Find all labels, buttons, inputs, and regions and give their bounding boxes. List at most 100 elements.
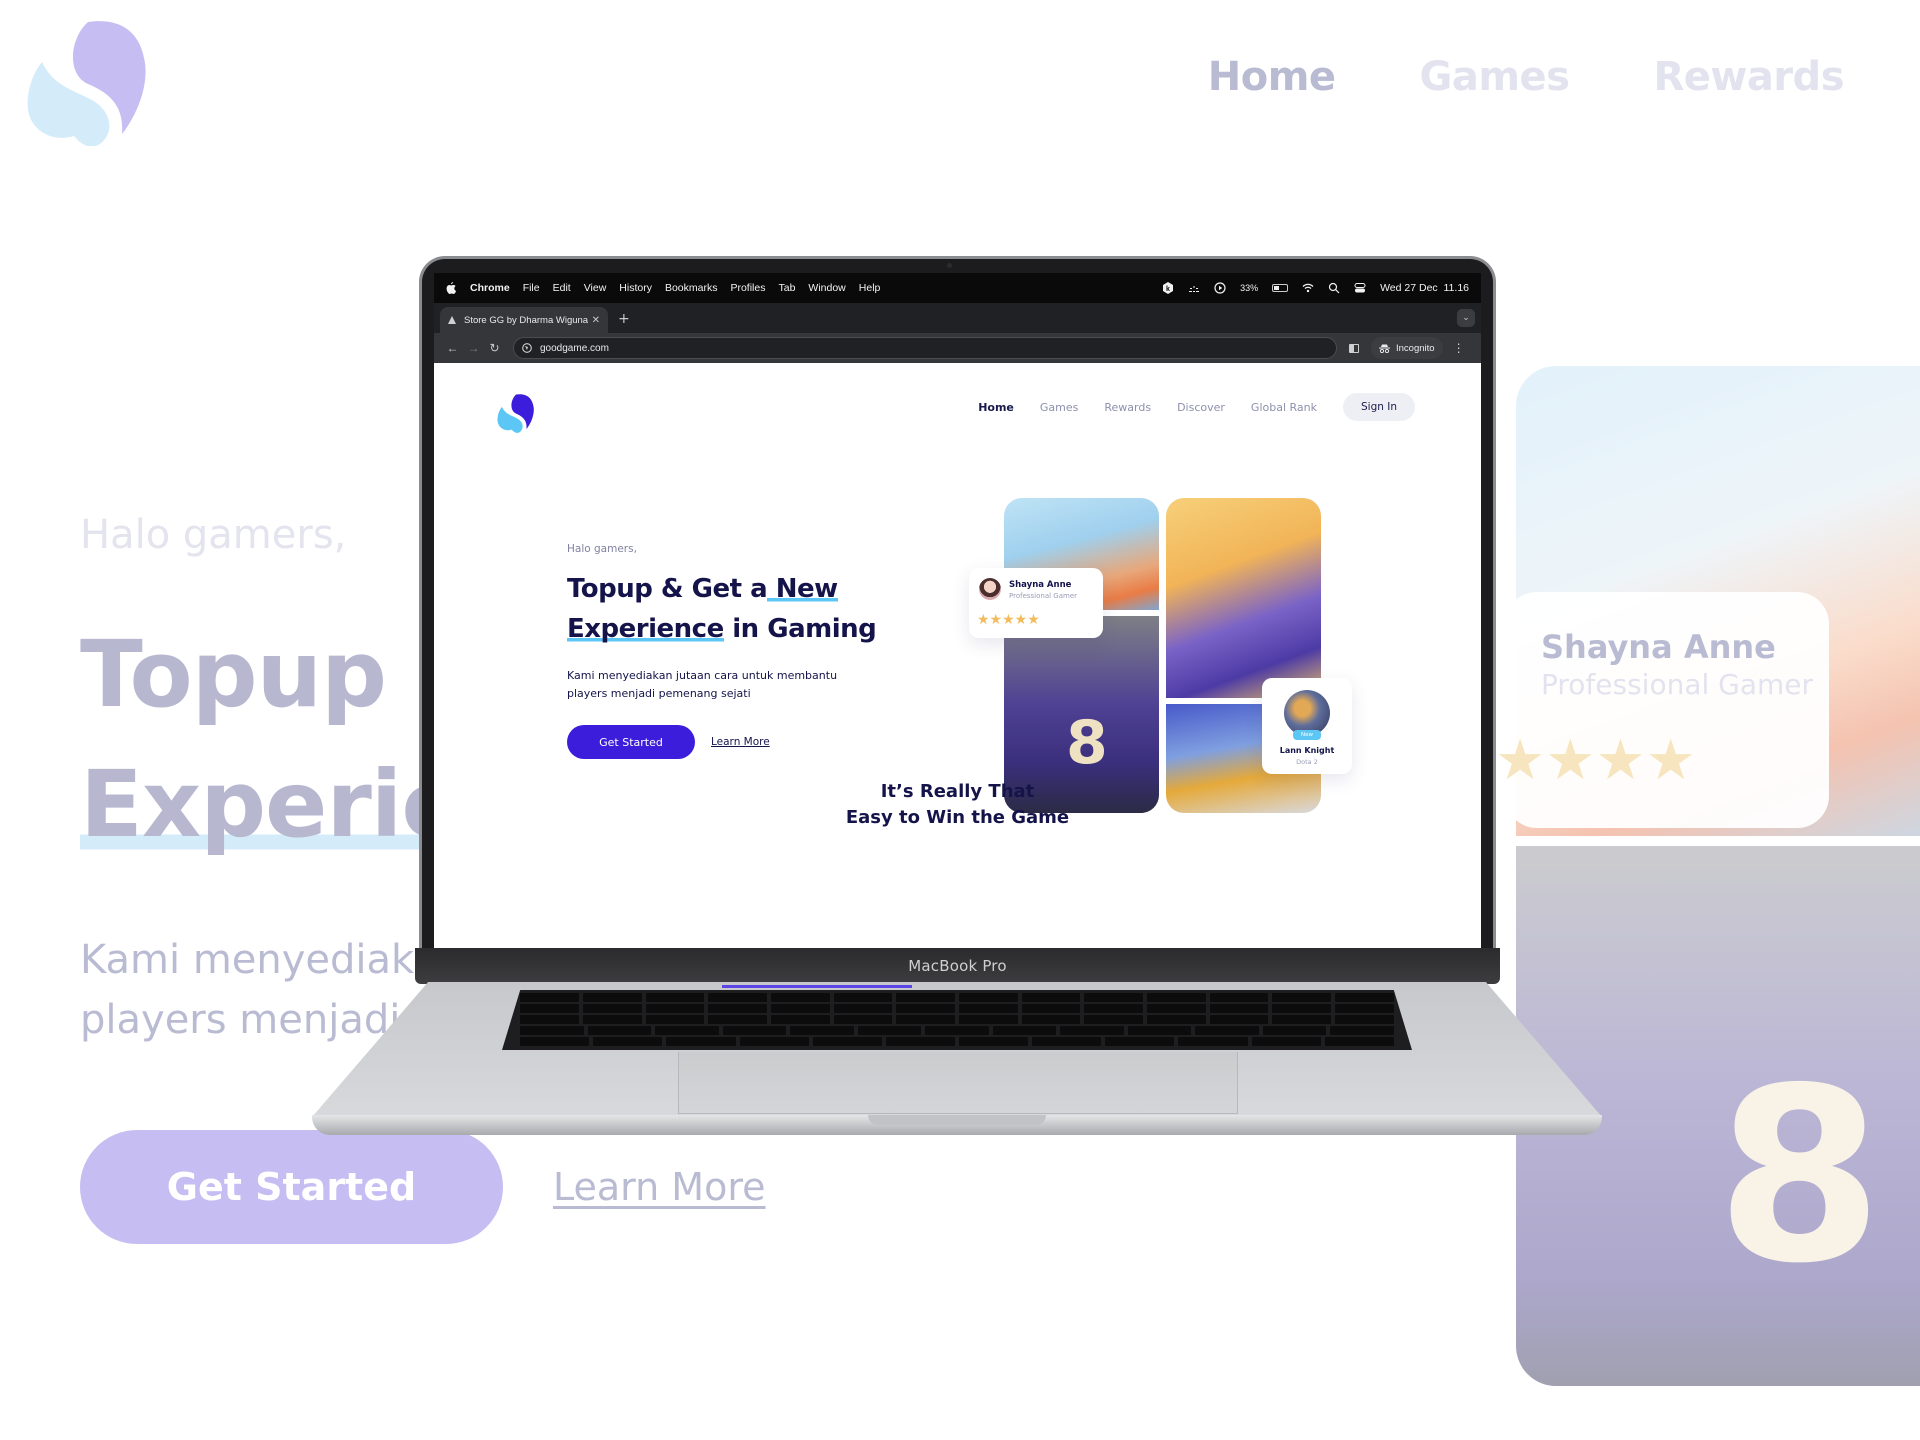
keyboard-key xyxy=(770,993,830,1002)
menu-window[interactable]: Window xyxy=(808,282,845,294)
keyboard-key xyxy=(1335,1015,1394,1024)
keyboard-key xyxy=(593,1037,663,1046)
camera-icon xyxy=(947,263,952,268)
keyboard-key xyxy=(1147,1004,1206,1013)
site-nav-games[interactable]: Games xyxy=(1040,401,1078,414)
keyboard-key xyxy=(925,1026,989,1035)
headline-part2: in Gaming xyxy=(723,614,877,644)
laptop-hinge: MacBook Pro xyxy=(415,948,1500,984)
site-nav-global-rank[interactable]: Global Rank xyxy=(1251,401,1317,414)
keyboard-key xyxy=(645,1015,705,1024)
menu-tab[interactable]: Tab xyxy=(778,282,795,294)
keyboard-key xyxy=(959,1004,1018,1013)
keyboard-key xyxy=(1272,1004,1332,1013)
keyboard-key xyxy=(1147,1015,1206,1024)
keyboard-key xyxy=(708,1015,767,1024)
keyboard-key xyxy=(1032,1037,1102,1046)
reload-icon[interactable]: ↻ xyxy=(484,341,505,355)
keyboard-key xyxy=(770,1004,830,1013)
menu-bookmarks[interactable]: Bookmarks xyxy=(665,282,718,294)
section-title: It’s Really That Easy to Win the Game xyxy=(434,779,1481,831)
photo-animated-hero xyxy=(1166,498,1321,698)
address-bar[interactable]: goodgame.com xyxy=(513,337,1337,359)
keyboard-key xyxy=(1251,1037,1321,1046)
spotlight-search-icon[interactable] xyxy=(1328,282,1340,294)
browser-menu-icon[interactable]: ⋮ xyxy=(1453,341,1465,355)
apple-icon[interactable] xyxy=(446,282,456,294)
keyboard-key xyxy=(722,1026,787,1035)
tab-search-chevron-icon[interactable]: ⌄ xyxy=(1457,309,1475,327)
keyboard-key xyxy=(896,1015,955,1024)
keyboard-key xyxy=(587,1026,652,1035)
keyboard-key xyxy=(1324,1037,1394,1046)
forward-arrow-icon[interactable]: → xyxy=(463,341,484,355)
player-name: Lann Knight xyxy=(1279,746,1335,755)
brightness-icon[interactable] xyxy=(1188,282,1200,294)
back-arrow-icon[interactable]: ← xyxy=(442,341,463,355)
bg-get-started-button[interactable]: Get Started xyxy=(80,1130,503,1244)
macos-menubar: Chrome File Edit View History Bookmarks … xyxy=(434,273,1481,303)
keyboard-key xyxy=(1147,993,1206,1002)
battery-icon[interactable] xyxy=(1272,284,1289,292)
keyboard-row xyxy=(520,1026,1394,1035)
keyboard-row xyxy=(520,1037,1394,1046)
svg-text:k: k xyxy=(1166,286,1170,293)
keyboard-key xyxy=(812,1037,882,1046)
incognito-label: Incognito xyxy=(1396,342,1435,354)
menu-view[interactable]: View xyxy=(584,282,607,294)
site-nav-rewards[interactable]: Rewards xyxy=(1104,401,1151,414)
keyboard-key xyxy=(1060,1026,1124,1035)
keyboard-key xyxy=(520,1015,579,1024)
keyboard-key xyxy=(1127,1026,1192,1035)
hero-ctas: Get Started Learn More xyxy=(567,725,927,759)
control-center-icon[interactable] xyxy=(1354,282,1366,294)
incognito-badge[interactable]: Incognito xyxy=(1371,337,1443,359)
keyboard-key xyxy=(959,1037,1029,1046)
menu-profiles[interactable]: Profiles xyxy=(730,282,765,294)
menu-history[interactable]: History xyxy=(619,282,652,294)
keyboard-key xyxy=(1209,1004,1269,1013)
keyboard-key xyxy=(1021,1015,1081,1024)
learn-more-link[interactable]: Learn More xyxy=(711,736,770,748)
sign-in-button[interactable]: Sign In xyxy=(1343,393,1415,421)
bg-nav-home[interactable]: Home xyxy=(1208,54,1336,100)
keyboard-row xyxy=(520,1015,1394,1024)
keyboard-key xyxy=(739,1037,809,1046)
site-nav-home[interactable]: Home xyxy=(978,401,1014,414)
menubar-clock[interactable]: Wed 27 Dec 11.16 xyxy=(1380,282,1469,294)
section-title-line2: Easy to Win the Game xyxy=(845,807,1070,828)
keyboard-key xyxy=(857,1026,922,1035)
menu-app-chrome[interactable]: Chrome xyxy=(470,282,510,294)
new-badge: New xyxy=(1293,730,1321,740)
get-started-button[interactable]: Get Started xyxy=(567,725,695,759)
browser-tabstrip: Store GG by Dharma Wiguna ✕ + ⌄ xyxy=(434,303,1481,333)
site-nav: Home Games Rewards Discover Global Rank … xyxy=(978,393,1415,421)
keyboard-key xyxy=(666,1037,736,1046)
incognito-icon xyxy=(1379,344,1390,353)
hero-description: Kami menyediakan jutaan cara untuk memba… xyxy=(567,667,927,703)
bg-nav-rewards[interactable]: Rewards xyxy=(1653,54,1844,100)
bg-nav-games[interactable]: Games xyxy=(1420,54,1570,100)
keystroke-k-icon[interactable]: k xyxy=(1162,282,1174,294)
new-tab-button[interactable]: + xyxy=(618,311,630,327)
laptop-front-edge xyxy=(312,1115,1602,1135)
hero-description-line1: Kami menyediakan jutaan cara untuk memba… xyxy=(567,669,838,682)
site-nav-discover[interactable]: Discover xyxy=(1177,401,1225,414)
keyboard-key xyxy=(896,993,955,1002)
keyboard-key xyxy=(959,1015,1018,1024)
bg-learn-more-link[interactable]: Learn More xyxy=(553,1165,766,1209)
brand-logo-icon[interactable] xyxy=(26,18,156,146)
menu-edit[interactable]: Edit xyxy=(553,282,571,294)
menu-file[interactable]: File xyxy=(523,282,540,294)
site-info-icon[interactable] xyxy=(522,343,532,353)
tab-close-icon[interactable]: ✕ xyxy=(592,315,600,326)
model-label: MacBook Pro xyxy=(908,957,1007,975)
menu-help[interactable]: Help xyxy=(859,282,881,294)
site-logo-icon[interactable] xyxy=(497,393,537,433)
side-panel-icon[interactable] xyxy=(1349,343,1359,353)
wifi-icon[interactable] xyxy=(1302,282,1314,294)
url-text: goodgame.com xyxy=(540,342,609,354)
play-circle-icon[interactable] xyxy=(1214,282,1226,294)
player-card: New Lann Knight Dota 2 xyxy=(1262,678,1352,774)
browser-tab-active[interactable]: Store GG by Dharma Wiguna ✕ xyxy=(440,307,608,333)
